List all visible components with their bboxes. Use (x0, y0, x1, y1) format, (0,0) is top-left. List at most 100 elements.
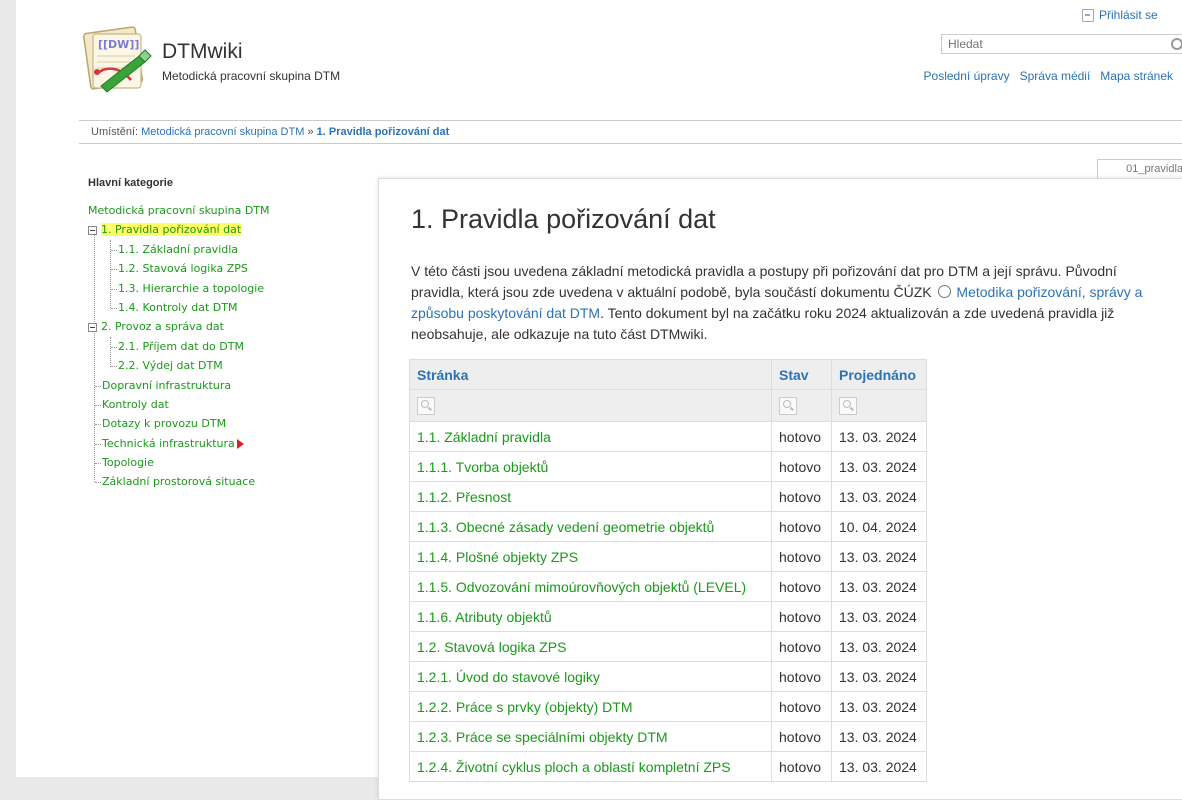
login-link[interactable]: Přihlásit se (1082, 8, 1182, 22)
sidebar-item[interactable]: 1.1. Základní pravidla (88, 240, 270, 259)
pages-table: Stránka Stav Projednáno 1.1. Základní pr… (409, 359, 927, 782)
table-row: 1.1. Základní pravidla hotovo 13. 03. 2024 (409, 421, 927, 452)
page-title: 1. Pravidla pořizování dat (411, 204, 716, 234)
table-row: 1.1.3. Obecné zásady vedení geometrie ob… (409, 511, 927, 542)
page-link[interactable]: 1.1.2. Přesnost (409, 481, 772, 512)
date-cell: 13. 03. 2024 (831, 421, 927, 452)
sidebar-item[interactable]: Technická infrastruktura (88, 434, 270, 453)
table-row: 1.1.5. Odvozování mimoúrovňových objektů… (409, 571, 927, 602)
table-row: 1.1.6. Atributy objektů hotovo 13. 03. 202… (409, 601, 927, 632)
column-header-page[interactable]: Stránka (409, 359, 772, 390)
page-id: 01_pravidla (1097, 159, 1182, 178)
date-cell: 13. 03. 2024 (831, 661, 927, 692)
date-cell: 13. 03. 2024 (831, 451, 927, 482)
page-link[interactable]: 1.2.3. Práce se speciálními objekty DTM (409, 721, 772, 752)
table-row: 1.1.2. Přesnost hotovo 13. 03. 2024 (409, 481, 927, 512)
status-cell: hotovo (771, 601, 832, 632)
date-cell: 13. 03. 2024 (831, 631, 927, 662)
breadcrumb-separator: » (307, 126, 314, 138)
status-cell: hotovo (771, 751, 832, 782)
filter-cell (771, 389, 832, 422)
breadcrumb-prefix: Umístění: (91, 126, 139, 138)
sidebar-item[interactable]: Dotazy k provozu DTM (88, 414, 270, 433)
sidebar-item[interactable]: 1.2. Stavová logika ZPS (88, 259, 270, 278)
login-label: Přihlásit se (1099, 8, 1158, 22)
sidebar-item[interactable]: Kontroly dat (88, 395, 270, 414)
page-link[interactable]: 1.1.6. Atributy objektů (409, 601, 772, 632)
collapse-toggle-icon[interactable] (88, 323, 97, 333)
filter-search-icon[interactable] (779, 396, 797, 415)
site-title[interactable]: DTMwiki (162, 40, 242, 64)
dokuwiki-logo[interactable]: [[DW]] (79, 26, 159, 96)
date-cell: 13. 03. 2024 (831, 691, 927, 722)
sidebar-item[interactable]: Základní prostorová situace (88, 472, 270, 491)
sidebar-item[interactable]: 1.3. Hierarchie a topologie (88, 279, 270, 298)
intro-paragraph: V této části jsou uvedena základní metod… (411, 263, 1143, 342)
search-icon[interactable] (1169, 37, 1182, 53)
table-row: 1.1.1. Tvorba objektů hotovo 13. 03. 2024 (409, 451, 927, 482)
sidebar-title: Hlavní kategorie (88, 177, 173, 189)
filter-search-icon[interactable] (417, 396, 435, 415)
site-tagline: Metodická pracovní skupina DTM (162, 69, 341, 83)
status-cell: hotovo (771, 631, 832, 662)
sidebar-item[interactable]: 1. Pravidla pořizování dat (88, 220, 270, 239)
sidebar-item[interactable]: Metodická pracovní skupina DTM (88, 201, 270, 220)
date-cell: 13. 03. 2024 (831, 481, 927, 512)
page-link[interactable]: 1.2.4. Životní cyklus ploch a oblastí ko… (409, 751, 772, 782)
sitemap-link[interactable]: Mapa stránek (1100, 69, 1173, 83)
collapse-toggle-icon[interactable] (88, 226, 97, 236)
sidebar-item[interactable]: 2.1. Příjem dat do DTM (88, 337, 270, 356)
status-cell: hotovo (771, 691, 832, 722)
sidebar-item[interactable]: Dopravní infrastruktura (88, 376, 270, 395)
globe-icon (937, 285, 951, 298)
sidebar-item[interactable]: 1.4. Kontroly dat DTM (88, 298, 270, 317)
filter-search-icon[interactable] (839, 396, 857, 415)
date-cell: 13. 03. 2024 (831, 541, 927, 572)
page-link[interactable]: 1.1.3. Obecné zásady vedení geometrie ob… (409, 511, 772, 542)
column-header-date[interactable]: Projednáno (831, 359, 927, 390)
status-cell: hotovo (771, 541, 832, 572)
table-header-row: Stránka Stav Projednáno (409, 359, 927, 390)
status-cell: hotovo (771, 571, 832, 602)
breadcrumb-current[interactable]: 1. Pravidla pořizování dat (317, 126, 450, 138)
date-cell: 13. 03. 2024 (831, 751, 927, 782)
page-link[interactable]: 1.1.4. Plošné objekty ZPS (409, 541, 772, 572)
filter-cell (409, 389, 772, 422)
status-cell: hotovo (771, 511, 832, 542)
recent-changes-link[interactable]: Poslední úpravy (924, 69, 1010, 83)
search-input[interactable] (942, 35, 1154, 53)
svg-text:[[DW]]: [[DW]] (98, 38, 139, 51)
page-link[interactable]: 1.1.5. Odvozování mimoúrovňových objektů… (409, 571, 772, 602)
table-row: 1.2. Stavová logika ZPS hotovo 13. 03. 202… (409, 631, 927, 662)
expand-arrow-icon[interactable] (236, 438, 244, 449)
breadcrumb-parent[interactable]: Metodická pracovní skupina DTM (141, 126, 304, 138)
column-header-status[interactable]: Stav (771, 359, 832, 390)
main-content: 1. Pravidla pořizování dat V této části … (378, 178, 1182, 800)
login-icon (1082, 8, 1094, 22)
page-link[interactable]: 1.1.1. Tvorba objektů (409, 451, 772, 482)
site-tools: Poslední úpravy Správa médií Mapa stráne… (924, 69, 1173, 83)
page-link[interactable]: 1.2. Stavová logika ZPS (409, 631, 772, 662)
table-row: 1.2.1. Úvod do stavové logiky hotovo 13. 0… (409, 661, 927, 692)
sidebar-item[interactable]: 2. Provoz a správa dat (88, 317, 270, 336)
table-row: 1.2.2. Práce s prvky (objekty) DTM hotovo… (409, 691, 927, 722)
sidebar-item[interactable]: Topologie (88, 453, 270, 472)
date-cell: 13. 03. 2024 (831, 601, 927, 632)
table-row: 1.2.3. Práce se speciálními objekty DTM h… (409, 721, 927, 752)
page-link[interactable]: 1.2.2. Práce s prvky (objekty) DTM (409, 691, 772, 722)
status-cell: hotovo (771, 421, 832, 452)
status-cell: hotovo (771, 451, 832, 482)
table-row: 1.2.4. Životní cyklus ploch a oblastí ko… (409, 751, 927, 782)
media-manager-link[interactable]: Správa médií (1020, 69, 1091, 83)
date-cell: 10. 04. 2024 (831, 511, 927, 542)
date-cell: 13. 03. 2024 (831, 571, 927, 602)
date-cell: 13. 03. 2024 (831, 721, 927, 752)
page: [[DW]] DTMwiki Metodická pracovní skupin… (16, 0, 1182, 800)
search-box (941, 34, 1182, 54)
sidebar-item[interactable]: 2.2. Výdej dat DTM (88, 356, 270, 375)
page-link[interactable]: 1.1. Základní pravidla (409, 421, 772, 452)
filter-cell (831, 389, 927, 422)
table-row: 1.1.4. Plošné objekty ZPS hotovo 13. 03. 2… (409, 541, 927, 572)
page-link[interactable]: 1.2.1. Úvod do stavové logiky (409, 661, 772, 692)
category-tree: Metodická pracovní skupina DTM 1. Pravid… (88, 201, 270, 492)
